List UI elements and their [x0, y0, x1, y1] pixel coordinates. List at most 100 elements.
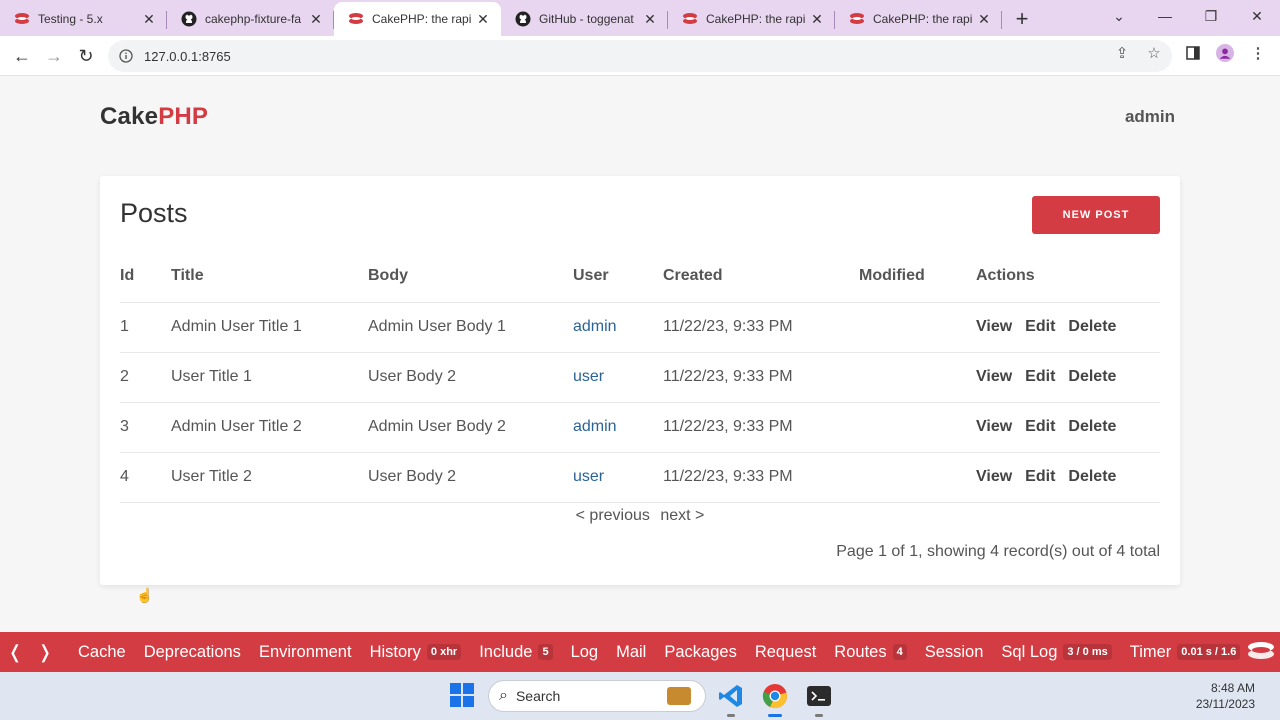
edit-link[interactable]: Edit: [1025, 418, 1055, 435]
restore-button[interactable]: ❐: [1188, 0, 1234, 32]
cell-modified: [859, 352, 976, 403]
column-header-id[interactable]: Id: [120, 250, 171, 303]
close-icon[interactable]: ✕: [141, 11, 157, 28]
debugkit-panel[interactable]: Environment: [259, 643, 352, 662]
debugkit-panel-label: Cache: [78, 642, 126, 661]
cell-modified: [859, 452, 976, 503]
next-link[interactable]: next >: [660, 507, 704, 524]
debugkit-panel[interactable]: Timer 0.01 s / 1.6: [1130, 643, 1241, 662]
mouse-cursor-icon: ☝: [136, 587, 154, 603]
user-link[interactable]: admin: [573, 418, 617, 435]
close-window-button[interactable]: ✕: [1234, 0, 1280, 32]
table-row: 2 User Title 1 User Body 2 user 11/22/23, 9:…: [120, 352, 1160, 403]
taskbar-search-box[interactable]: ⌕ Search: [488, 680, 706, 712]
delete-link[interactable]: Delete: [1068, 318, 1116, 335]
debugkit-panel[interactable]: Session: [925, 643, 984, 662]
github-icon: [515, 11, 531, 27]
debugkit-panel[interactable]: Deprecations: [144, 643, 241, 662]
paginator: < previous next >: [100, 507, 1180, 525]
debugkit-panel[interactable]: Request: [755, 643, 816, 662]
close-icon[interactable]: ✕: [475, 11, 491, 28]
column-header-user[interactable]: User: [573, 250, 663, 303]
cell-title: Admin User Title 2: [171, 402, 368, 453]
browser-tab[interactable]: CakePHP: the rapi ✕: [668, 2, 835, 36]
debugkit-panel[interactable]: Routes 4: [834, 643, 907, 662]
column-header-body[interactable]: Body: [368, 250, 573, 303]
debugkit-left-arrow-icon[interactable]: ❬: [0, 642, 30, 663]
delete-link[interactable]: Delete: [1068, 418, 1116, 435]
cell-modified: [859, 402, 976, 453]
minimize-button[interactable]: —: [1142, 0, 1188, 32]
new-post-button[interactable]: NEW POST: [1032, 196, 1160, 234]
view-link[interactable]: View: [976, 368, 1012, 385]
previous-link[interactable]: < previous: [576, 507, 650, 524]
user-link[interactable]: user: [573, 468, 604, 485]
debugkit-right-arrow-icon[interactable]: ❭: [30, 642, 60, 663]
cell-actions: View Edit Delete: [976, 302, 1160, 353]
new-tab-button[interactable]: +: [1002, 2, 1042, 36]
cakephp-debugkit-logo[interactable]: [1246, 640, 1276, 669]
user-link[interactable]: admin: [573, 318, 617, 335]
tab-label: CakePHP: the rapi: [873, 12, 973, 26]
delete-link[interactable]: Delete: [1068, 468, 1116, 485]
cakephp-logo[interactable]: CakePHP: [100, 103, 208, 131]
info-icon[interactable]: [108, 49, 144, 63]
close-icon[interactable]: ✕: [976, 11, 992, 28]
windows-start-icon[interactable]: [450, 683, 474, 712]
debugkit-panel[interactable]: Mail: [616, 643, 646, 662]
edit-link[interactable]: Edit: [1025, 318, 1055, 335]
column-header-created[interactable]: Created: [663, 250, 859, 303]
view-link[interactable]: View: [976, 318, 1012, 335]
taskbar-search-label: Search: [515, 688, 561, 704]
vscode-icon[interactable]: [715, 680, 747, 717]
tab-label: Testing - 5.x: [38, 12, 103, 26]
profile-avatar-icon[interactable]: [1216, 44, 1234, 62]
debugkit-panel[interactable]: Log: [571, 643, 599, 662]
debugkit-panel[interactable]: History 0 xhr: [370, 643, 462, 662]
browser-tab[interactable]: GitHub - toggenat ✕: [501, 2, 668, 36]
share-icon[interactable]: ⇪: [1113, 44, 1131, 62]
close-icon[interactable]: ✕: [642, 11, 658, 28]
cell-actions: View Edit Delete: [976, 402, 1160, 453]
forward-button[interactable]: →: [40, 42, 68, 70]
delete-link[interactable]: Delete: [1068, 368, 1116, 385]
chevron-down-icon[interactable]: ⌄: [1096, 0, 1142, 32]
debugkit-panel[interactable]: Packages: [664, 643, 736, 662]
browser-tab[interactable]: cakephp-fixture-fa ✕: [167, 2, 334, 36]
debugkit-panel-label: Environment: [258, 642, 352, 661]
address-bar[interactable]: 127.0.0.1:8765: [108, 40, 1172, 72]
tab-label: CakePHP: the rapi: [372, 12, 472, 26]
debugkit-panel[interactable]: Sql Log 3 / 0 ms: [1001, 643, 1112, 662]
edit-link[interactable]: Edit: [1025, 368, 1055, 385]
cell-body: User Body 2: [368, 352, 573, 403]
debugkit-panel[interactable]: Cache: [78, 643, 126, 662]
menu-icon[interactable]: ⋮: [1249, 44, 1267, 62]
user-link[interactable]: user: [573, 368, 604, 385]
cell-created: 11/22/23, 9:33 PM: [663, 352, 859, 403]
view-link[interactable]: View: [976, 418, 1012, 435]
column-header-title[interactable]: Title: [171, 250, 368, 303]
browser-tab[interactable]: CakePHP: the rapi ✕: [334, 2, 501, 36]
cell-id: 2: [120, 352, 171, 403]
cell-user: admin: [573, 302, 663, 353]
view-link[interactable]: View: [976, 468, 1012, 485]
tab-separator: [1001, 11, 1002, 29]
reload-button[interactable]: ↻: [72, 42, 100, 70]
close-icon[interactable]: ✕: [809, 11, 825, 28]
edit-link[interactable]: Edit: [1025, 468, 1055, 485]
table-row: 4 User Title 2 User Body 2 user 11/22/23, 9:…: [120, 452, 1160, 503]
star-icon[interactable]: ☆: [1145, 44, 1163, 62]
current-user-link[interactable]: admin: [1125, 107, 1175, 127]
browser-tab[interactable]: Testing - 5.x ✕: [0, 2, 167, 36]
sidepanel-icon[interactable]: [1184, 44, 1202, 62]
browser-tab[interactable]: CakePHP: the rapi ✕: [835, 2, 1002, 36]
debugkit-panel[interactable]: Include 5: [479, 643, 553, 662]
back-button[interactable]: ←: [8, 42, 36, 70]
chrome-icon[interactable]: [759, 680, 791, 717]
system-clock[interactable]: 8:48 AM 23/11/2023: [1196, 680, 1255, 712]
terminal-icon[interactable]: [803, 680, 835, 717]
column-header-modified[interactable]: Modified: [859, 250, 976, 303]
vscode-running-indicator: [727, 714, 735, 717]
cakephp-favicon: [849, 11, 865, 27]
close-icon[interactable]: ✕: [308, 11, 324, 28]
